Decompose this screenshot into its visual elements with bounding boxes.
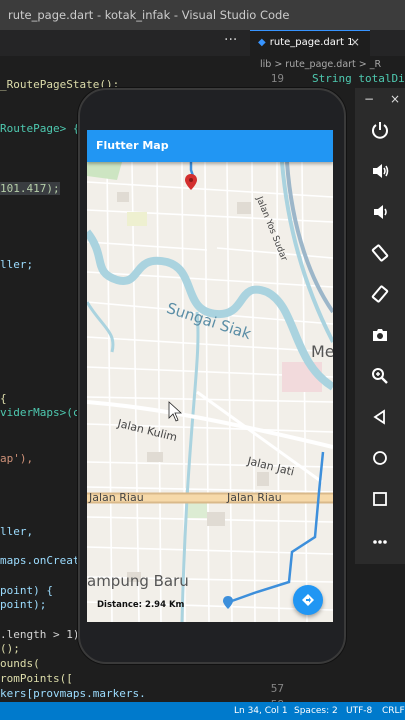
volume-down-icon [374,205,387,219]
code-line: point) { [0,584,53,597]
code-line: maps.onCreate [0,554,87,567]
code-line: ller, [0,525,34,538]
volume-up-icon [373,164,389,178]
phone-screen[interactable]: Flutter Map Sungai Siak Jalan Yos Sudar … [87,130,333,622]
camera-icon [373,329,387,341]
code-number: 101.417); [0,182,60,195]
locate-fab-button[interactable] [293,585,323,615]
map-label-edge: Me [311,342,333,361]
emulator-power-button[interactable] [355,112,405,148]
navigation-icon [302,594,314,606]
cursor-position[interactable]: Ln 34, Col 1 [234,702,288,720]
more-icon [373,540,387,544]
left-tab-strip: ··· [0,30,250,56]
map-label-street-riau-right: Jalan Riau [227,491,282,504]
emulator-rotate-left-button[interactable] [355,235,405,271]
power-icon [372,122,388,139]
code-line: RoutePage> { [0,122,80,135]
emulator-rotate-right-button[interactable] [355,276,405,312]
dart-file-icon: ◆ [258,37,266,48]
emulator-minimize-button[interactable]: − [364,92,374,106]
map-label-street-riau-left: Jalan Riau [89,491,144,504]
code-line: { [0,392,7,405]
app-bar-title: Flutter Map [87,130,333,162]
emulator-volume-up-button[interactable] [355,153,405,189]
code-line: ounds( [0,657,40,670]
tab-label: rute_page.dart 1 [269,37,354,48]
line-endings[interactable]: CRLF [382,702,405,720]
emulator-back-button[interactable] [355,399,405,435]
tab-close-button[interactable]: × [350,30,360,54]
line-number: 57 [270,682,284,695]
more-actions-button[interactable]: ··· [224,32,237,48]
emulator-zoom-button[interactable] [355,358,405,394]
code-line: ller; [0,258,34,271]
indentation-setting[interactable]: Spaces: 2 [294,702,338,720]
file-encoding[interactable]: UTF-8 [346,702,372,720]
emulator-screenshot-button[interactable] [355,317,405,353]
emulator-overview-button[interactable] [355,481,405,517]
emulator-home-button[interactable] [355,440,405,476]
map-label-district: ampung Baru [87,572,189,590]
rotate-right-icon [371,285,389,303]
emulator-close-button[interactable]: × [390,92,400,106]
map-view[interactable]: Sungai Siak Jalan Yos Sudar Me Jalan Kul… [87,161,333,622]
rotate-left-icon [371,244,389,262]
back-icon [373,409,385,425]
code-line: romPoints([ [0,672,73,685]
distance-label: Distance: 2.94 Km [97,600,185,610]
tab-bar-empty [370,30,405,56]
emulator-volume-down-button[interactable] [355,194,405,230]
window-title: rute_page.dart - kotak_infak - Visual St… [0,0,405,30]
overview-icon [373,492,387,506]
line-number: 19 [270,72,284,85]
map-tiles[interactable] [87,161,333,622]
code-line: kers[provmaps.markers. [0,687,146,700]
code-line: .length > 1) [0,628,80,641]
zoom-icon [372,368,388,384]
code-line: point); [0,598,47,611]
status-bar: Ln 34, Col 1 Spaces: 2 UTF-8 CRLF [0,702,405,720]
home-icon [373,451,387,465]
code-line: String totalDis [312,72,405,85]
code-line: 101.417); [0,182,60,195]
code-line: ap'), [0,452,34,465]
code-line: (); [0,642,20,655]
emulator-more-button[interactable] [355,524,405,560]
code-line: viderMaps>(co [0,406,87,419]
emulator-toolbar: − × [355,88,405,564]
